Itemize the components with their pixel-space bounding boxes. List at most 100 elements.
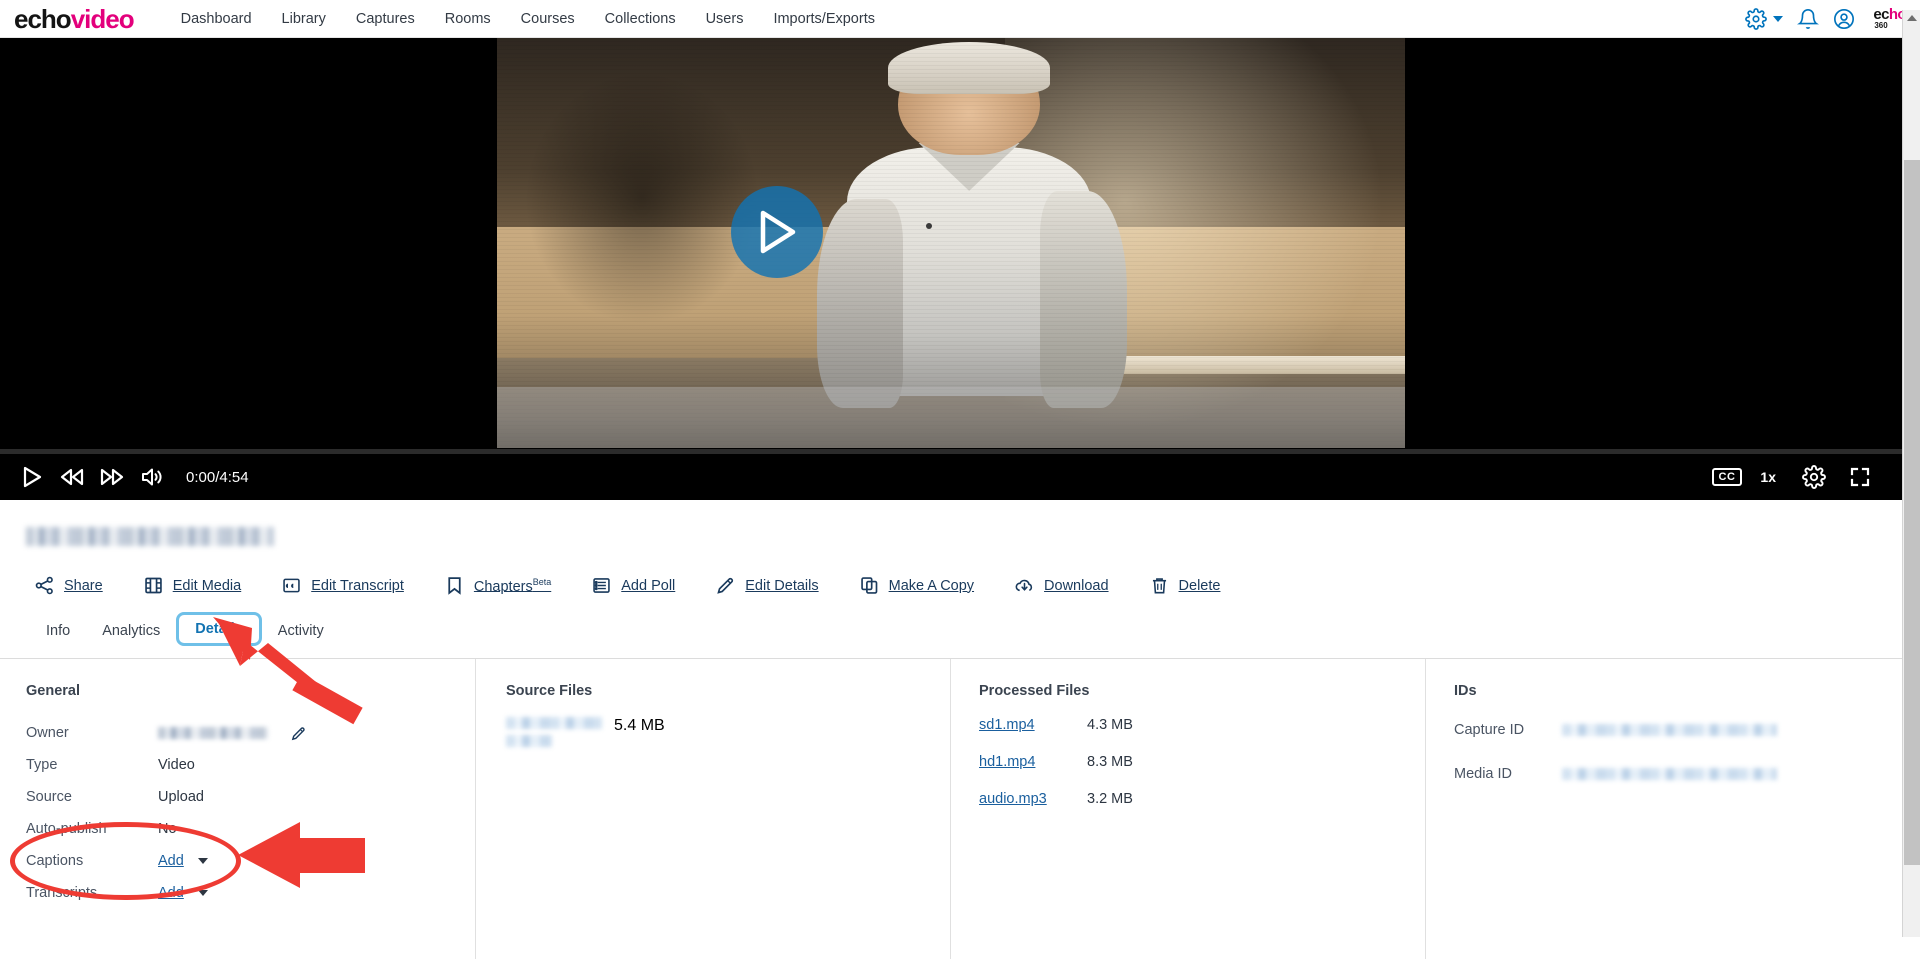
download-button[interactable]: Download — [1014, 575, 1109, 596]
captions-value: Add — [158, 853, 208, 869]
play-button-overlay[interactable] — [731, 186, 823, 278]
add-poll-button[interactable]: Add Poll — [591, 575, 675, 596]
nav-item-rooms[interactable]: Rooms — [430, 5, 506, 33]
logo-text-echo: echo — [14, 3, 72, 34]
page-scrollbar[interactable] — [1902, 10, 1920, 937]
transcripts-add-link[interactable]: Add — [158, 885, 184, 901]
processed-file-link-sd1[interactable]: sd1.mp4 — [979, 717, 1035, 733]
make-a-copy-label: Make A Copy — [888, 577, 975, 594]
settings-gear-icon — [1802, 465, 1826, 489]
owner-value — [158, 725, 307, 742]
play-button[interactable] — [12, 457, 52, 497]
transcripts-dropdown-caret-icon[interactable] — [197, 890, 208, 896]
download-cloud-icon — [1015, 579, 1033, 592]
captions-add-link[interactable]: Add — [158, 853, 184, 869]
chevron-down-icon[interactable] — [1773, 16, 1784, 22]
list-icon — [593, 578, 610, 593]
processed-file-link-audio[interactable]: audio.mp3 — [979, 791, 1047, 807]
rewind-button[interactable] — [52, 457, 92, 497]
capture-id-value-redacted — [1562, 724, 1777, 736]
ids-heading: IDs — [1454, 683, 1477, 699]
video-player[interactable]: 0:00/4:54 CC 1x — [0, 38, 1902, 500]
source-files-section: Source Files 5.4 MB — [475, 659, 950, 959]
source-files-heading: Source Files — [506, 683, 593, 699]
general-heading: General — [26, 683, 80, 699]
processed-file-row: audio.mp3 3.2 MB — [979, 791, 1425, 817]
transcripts-value: Add — [158, 885, 208, 901]
nav-item-captures[interactable]: Captures — [341, 5, 430, 33]
chapters-beta-badge: Beta — [532, 576, 552, 587]
transcripts-label: Transcripts — [26, 885, 98, 901]
scroll-up-arrow-icon[interactable] — [1907, 15, 1917, 21]
captions-dropdown-caret-icon[interactable] — [197, 858, 208, 864]
nav-item-dashboard[interactable]: Dashboard — [166, 5, 267, 33]
chapters-label: ChaptersBeta — [473, 576, 552, 595]
media-id-row: Media ID — [1454, 761, 1902, 787]
type-value: Video — [158, 757, 195, 773]
type-label: Type — [26, 757, 58, 773]
trash-icon — [1152, 578, 1166, 594]
owner-label: Owner — [26, 725, 69, 741]
edit-owner-pencil-icon[interactable] — [290, 725, 307, 742]
share-button[interactable]: Share — [34, 575, 103, 596]
closed-captions-button[interactable]: CC — [1711, 468, 1743, 486]
nav-item-courses[interactable]: Courses — [506, 5, 590, 33]
fast-forward-button[interactable] — [92, 457, 132, 497]
echovideo-logo[interactable]: echovideo — [14, 3, 135, 34]
video-frame — [497, 38, 1405, 448]
source-file-row: 5.4 MB — [506, 717, 950, 747]
details-columns: General Owner Type Video Source Upload A… — [0, 659, 1902, 959]
bookmark-icon — [448, 577, 461, 595]
edit-transcript-button[interactable]: Edit Transcript — [281, 575, 404, 596]
scrollbar-thumb[interactable] — [1904, 160, 1920, 865]
nav-item-collections[interactable]: Collections — [590, 5, 691, 33]
page-title — [26, 527, 1902, 553]
video-controls-left: 0:00/4:54 — [12, 457, 249, 497]
top-nav-right-actions: echo 360 — [1745, 0, 1912, 38]
video-timecode: 0:00/4:54 — [186, 468, 249, 486]
general-section: General Owner Type Video Source Upload A… — [0, 659, 475, 959]
user-avatar-icon[interactable] — [1833, 8, 1855, 30]
owner-row: Owner — [26, 717, 475, 749]
player-settings-button[interactable] — [1794, 457, 1834, 497]
volume-icon — [142, 468, 162, 486]
delete-label: Delete — [1178, 577, 1221, 594]
processed-files-section: Processed Files sd1.mp4 4.3 MB hd1.mp4 8… — [950, 659, 1425, 959]
volume-button[interactable] — [132, 457, 172, 497]
copy-icon — [860, 577, 877, 594]
tab-analytics[interactable]: Analytics — [86, 616, 176, 646]
source-label: Source — [26, 789, 72, 805]
tab-details[interactable]: Details — [176, 612, 262, 646]
transcripts-row: Transcripts Add — [26, 877, 475, 909]
tab-activity[interactable]: Activity — [262, 616, 340, 646]
top-navigation-bar: echovideo Dashboard Library Captures Roo… — [0, 0, 1920, 38]
captions-label: Captions — [26, 853, 84, 869]
video-controls-right: CC 1x — [1711, 457, 1880, 497]
share-label: Share — [64, 577, 103, 594]
edit-details-button[interactable]: Edit Details — [715, 575, 819, 596]
media-details-content: Share Edit Media Edit Transcript Chapter… — [0, 500, 1902, 959]
source-file-name-redacted — [506, 717, 614, 747]
auto-publish-value: No — [158, 821, 177, 837]
gear-icon[interactable] — [1745, 8, 1768, 30]
tab-info[interactable]: Info — [30, 616, 86, 646]
chapters-button[interactable]: ChaptersBeta — [444, 575, 551, 596]
nav-item-imports-exports[interactable]: Imports/Exports — [758, 5, 890, 33]
source-row: Source Upload — [26, 781, 475, 813]
processed-files-heading: Processed Files — [979, 683, 1090, 699]
nav-item-library[interactable]: Library — [267, 5, 341, 33]
scrollbar-top-gap — [0, 0, 18, 10]
nav-item-users[interactable]: Users — [691, 5, 759, 33]
processed-file-size-hd1: 8.3 MB — [1087, 754, 1133, 770]
playback-speed-button[interactable]: 1x — [1748, 469, 1788, 485]
make-a-copy-button[interactable]: Make A Copy — [859, 575, 974, 596]
share-icon — [35, 576, 53, 595]
bell-icon[interactable] — [1797, 8, 1820, 30]
edit-media-button[interactable]: Edit Media — [143, 575, 241, 596]
fullscreen-button[interactable] — [1840, 457, 1880, 497]
auto-publish-row: Auto-publish No — [26, 813, 475, 845]
video-overlay-band — [497, 386, 1405, 448]
processed-file-link-hd1[interactable]: hd1.mp4 — [979, 754, 1035, 770]
delete-button[interactable]: Delete — [1149, 575, 1221, 596]
type-row: Type Video — [26, 749, 475, 781]
